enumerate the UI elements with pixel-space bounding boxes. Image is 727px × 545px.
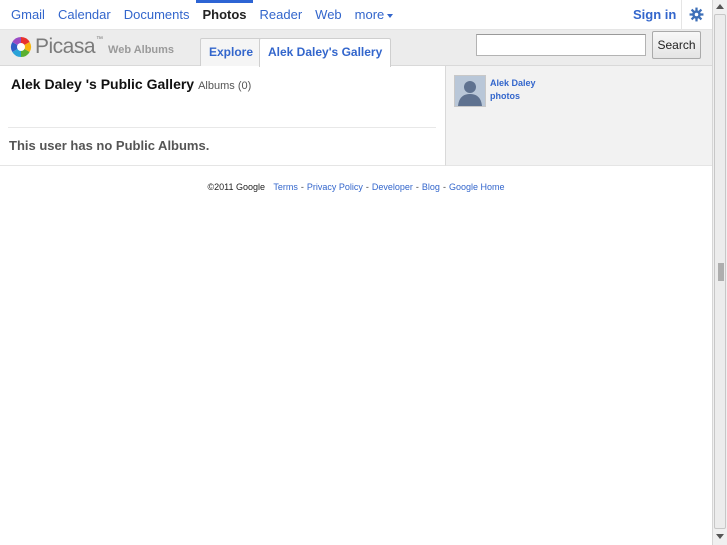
page-title: Alek Daley 's Public Gallery Albums (0) (11, 76, 251, 92)
logo-subtitle: Web Albums (108, 44, 175, 56)
chevron-down-icon (387, 13, 394, 18)
search-input[interactable] (476, 34, 646, 56)
nav-item-photos[interactable]: Photos (196, 0, 253, 29)
gear-icon (689, 7, 704, 22)
user-photos-link[interactable]: photos (490, 91, 520, 101)
user-silhouette-icon (455, 76, 485, 106)
scroll-up-arrow-icon[interactable] (716, 4, 724, 9)
footer-link-privacy[interactable]: Privacy Policy (307, 182, 363, 192)
nav-item-web[interactable]: Web (315, 0, 342, 29)
gallery-title-text: Alek Daley 's Public Gallery (11, 76, 195, 92)
footer-separator: - (365, 182, 369, 192)
user-name-link[interactable]: Alek Daley (490, 78, 536, 88)
copyright-text: ©2011 Google (207, 182, 266, 192)
top-navigation-bar: Gmail Calendar Documents Photos Reader W… (0, 0, 712, 30)
tab-user-gallery[interactable]: Alek Daley's Gallery (259, 38, 392, 67)
vertical-scrollbar[interactable] (712, 0, 727, 545)
footer-link-blog[interactable]: Blog (422, 182, 440, 192)
scrollbar-grip-icon (718, 263, 724, 281)
albums-count: Albums (0) (198, 80, 252, 92)
nav-item-calendar[interactable]: Calendar (58, 0, 111, 29)
section-divider (8, 127, 436, 128)
footer-separator: - (415, 182, 419, 192)
logo-wordmark: Picasa (35, 35, 96, 58)
google-product-nav: Gmail Calendar Documents Photos Reader W… (11, 0, 406, 29)
picasa-header: Picasa ™ Web Albums Explore Alek Daley's … (0, 30, 712, 67)
footer-link-developer[interactable]: Developer (372, 182, 413, 192)
page-footer: ©2011 Google Terms - Privacy Policy - Develo… (0, 182, 712, 192)
logo-trademark: ™ (96, 35, 104, 43)
gallery-main-panel: Alek Daley 's Public Gallery Albums (0) T… (0, 66, 446, 166)
empty-albums-message: This user has no Public Albums. (9, 138, 210, 153)
user-profile-sidebar: Alek Daley photos (446, 66, 712, 166)
sign-in-link[interactable]: Sign in (633, 0, 676, 29)
footer-separator: - (300, 182, 304, 192)
nav-item-reader[interactable]: Reader (260, 0, 303, 29)
nav-item-more[interactable]: more (355, 0, 394, 29)
footer-separator: - (442, 182, 446, 192)
nav-item-documents[interactable]: Documents (124, 0, 190, 29)
footer-link-terms[interactable]: Terms (273, 182, 298, 192)
scrollbar-thumb[interactable] (714, 14, 726, 529)
footer-link-google-home[interactable]: Google Home (449, 182, 505, 192)
settings-button[interactable] (681, 0, 711, 29)
tab-explore[interactable]: Explore (200, 38, 263, 66)
search-button[interactable]: Search (652, 31, 701, 59)
nav-item-gmail[interactable]: Gmail (11, 0, 45, 29)
picasa-pinwheel-icon (10, 36, 32, 58)
picasa-logo[interactable]: Picasa ™ Web Albums (10, 34, 174, 60)
avatar[interactable] (454, 75, 486, 107)
more-label: more (354, 7, 385, 22)
scroll-down-arrow-icon[interactable] (716, 534, 724, 539)
